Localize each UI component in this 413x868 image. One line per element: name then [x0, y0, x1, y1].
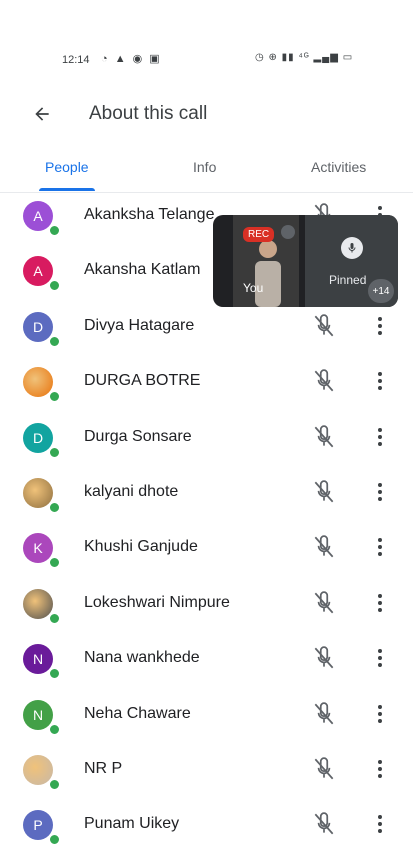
picture-in-picture-preview[interactable]: REC You Pinned +14	[213, 215, 398, 307]
mic-off-icon[interactable]	[311, 701, 337, 727]
participant-row[interactable]: DURGA BOTRE	[0, 358, 413, 413]
mic-off-icon[interactable]	[311, 590, 337, 616]
app-header: About this call	[0, 90, 413, 138]
more-options-icon[interactable]	[370, 756, 390, 782]
online-status-dot	[48, 390, 61, 404]
online-status-dot	[48, 279, 61, 293]
participant-name: Neha Chaware	[84, 704, 191, 722]
participant-name: Khushi Ganjude	[84, 538, 198, 556]
participant-name: Durga Sonsare	[84, 427, 192, 445]
tab-info[interactable]: Info	[193, 159, 216, 175]
tab-people[interactable]: People	[45, 159, 89, 175]
tab-activities[interactable]: Activities	[311, 159, 366, 175]
participant-name: Nana wankhede	[84, 649, 200, 667]
online-status-dot	[48, 611, 61, 625]
mic-off-icon[interactable]	[311, 313, 337, 339]
online-status-dot	[48, 556, 61, 570]
participant-row[interactable]: D Durga Sonsare	[0, 414, 413, 469]
mic-off-icon[interactable]	[311, 424, 337, 450]
more-options-icon[interactable]	[370, 368, 390, 394]
participant-count-badge: +14	[368, 279, 394, 303]
online-status-dot	[48, 445, 61, 459]
participant-name: Punam Uikey	[84, 815, 180, 833]
participant-name: Akanksha Telange	[84, 206, 215, 223]
system-status-icons: ◷ ⊕ ▮▮ ⁴ᴳ ▂▄▆ ▭	[255, 52, 354, 63]
participant-row[interactable]: Lokeshwari Nimpure	[0, 580, 413, 635]
more-options-icon[interactable]	[370, 534, 390, 560]
online-status-dot	[48, 334, 61, 348]
more-options-icon[interactable]	[370, 313, 390, 339]
participant-row[interactable]: P Punam Uikey	[0, 801, 413, 856]
arrow-back-icon	[35, 107, 49, 121]
participant-row[interactable]: N Nana wankhede	[0, 635, 413, 690]
online-status-dot	[48, 224, 61, 237]
more-options-icon[interactable]	[370, 701, 390, 727]
pinned-mic-icon	[341, 237, 363, 259]
page-title: About this call	[89, 103, 208, 124]
participant-name: Akansha Katlam	[84, 261, 201, 279]
online-status-dot	[48, 722, 61, 736]
more-options-icon[interactable]	[370, 424, 390, 450]
more-options-icon[interactable]	[370, 590, 390, 616]
mic-off-icon[interactable]	[311, 811, 337, 837]
online-status-dot	[48, 833, 61, 847]
self-tile-label: You	[243, 281, 264, 295]
self-video-person	[255, 240, 281, 307]
participant-name: kalyani dhote	[84, 482, 179, 500]
participant-name: DURGA BOTRE	[84, 372, 201, 390]
pinned-label: Pinned	[329, 273, 367, 287]
more-options-icon[interactable]	[370, 645, 390, 671]
online-status-dot	[48, 500, 61, 514]
video-status-icon	[281, 225, 295, 239]
back-button[interactable]	[26, 98, 58, 130]
mic-off-icon[interactable]	[311, 645, 337, 671]
online-status-dot	[48, 667, 61, 681]
mic-off-icon[interactable]	[311, 756, 337, 782]
participant-name: NR P	[84, 759, 123, 777]
participant-row[interactable]: K Khushi Ganjude	[0, 524, 413, 579]
status-time: 12:14	[62, 54, 90, 66]
active-tab-indicator	[39, 188, 95, 191]
more-options-icon[interactable]	[370, 811, 390, 837]
participant-row[interactable]: D Divya Hatagare	[0, 303, 413, 358]
participant-name: Lokeshwari Nimpure	[84, 593, 230, 611]
more-options-icon[interactable]	[370, 479, 390, 505]
participant-row[interactable]: NR P	[0, 746, 413, 801]
participant-row[interactable]: kalyani dhote	[0, 469, 413, 524]
recording-badge: REC	[243, 227, 275, 242]
status-bar: 12:14 ◔ ▲ ◉ ▣ ◷ ⊕ ▮▮ ⁴ᴳ ▂▄▆ ▭	[0, 48, 413, 74]
tab-bar: People Info Activities	[0, 148, 413, 193]
participant-row[interactable]: N Neha Chaware	[0, 691, 413, 746]
mic-off-icon[interactable]	[311, 534, 337, 560]
mic-off-icon[interactable]	[311, 368, 337, 394]
online-status-dot	[48, 777, 61, 791]
mic-off-icon[interactable]	[311, 479, 337, 505]
notification-icons: ◔ ▲ ◉ ▣	[101, 53, 162, 65]
participant-name: Divya Hatagare	[84, 316, 195, 334]
